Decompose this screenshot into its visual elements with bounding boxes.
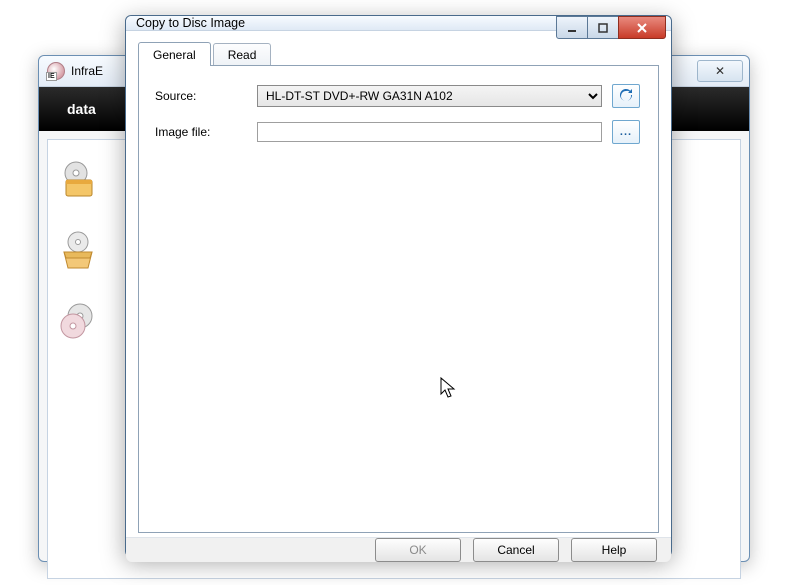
refresh-button[interactable] (612, 84, 640, 108)
copy-to-disc-image-dialog: Copy to Disc Image General Read (125, 15, 672, 557)
dialog-titlebar: Copy to Disc Image (126, 16, 671, 31)
source-label: Source: (155, 89, 247, 103)
tab-bar: General Read (138, 41, 659, 65)
mouse-cursor-icon (439, 376, 459, 400)
dialog-title: Copy to Disc Image (136, 16, 245, 30)
cancel-button-label: Cancel (497, 543, 534, 557)
disc-folder-icon (58, 160, 98, 200)
ellipsis-icon: ... (620, 126, 632, 138)
ok-button[interactable]: OK (375, 538, 461, 562)
image-file-label: Image file: (155, 125, 247, 139)
source-dropdown[interactable]: HL-DT-ST DVD+-RW GA31N A102 (257, 85, 602, 107)
dialog-body: General Read Source: HL-DT-ST DVD+-RW GA… (126, 31, 671, 537)
help-button[interactable]: Help (571, 538, 657, 562)
tab-panel-general: Source: HL-DT-ST DVD+-RW GA31N A102 Imag… (138, 65, 659, 533)
cancel-button[interactable]: Cancel (473, 538, 559, 562)
tab-read-label: Read (228, 48, 257, 62)
image-file-row: Image file: ... (155, 120, 642, 144)
background-title: InfraE (71, 64, 103, 78)
tab-general-label: General (153, 48, 196, 62)
source-row: Source: HL-DT-ST DVD+-RW GA31N A102 (155, 84, 642, 108)
close-icon: ✕ (715, 64, 725, 78)
ok-button-label: OK (409, 543, 426, 557)
help-button-label: Help (602, 543, 627, 557)
tab-general[interactable]: General (138, 42, 211, 66)
image-file-input[interactable] (257, 122, 602, 142)
disc-box-icon (58, 230, 98, 270)
app-icon (47, 62, 65, 80)
tab-read[interactable]: Read (213, 43, 272, 66)
two-discs-icon (58, 300, 98, 340)
ribbon-label: data (67, 101, 96, 117)
refresh-icon (618, 88, 634, 104)
dialog-button-bar: OK Cancel Help (126, 537, 671, 562)
background-close-button[interactable]: ✕ (697, 60, 743, 82)
browse-button[interactable]: ... (612, 120, 640, 144)
